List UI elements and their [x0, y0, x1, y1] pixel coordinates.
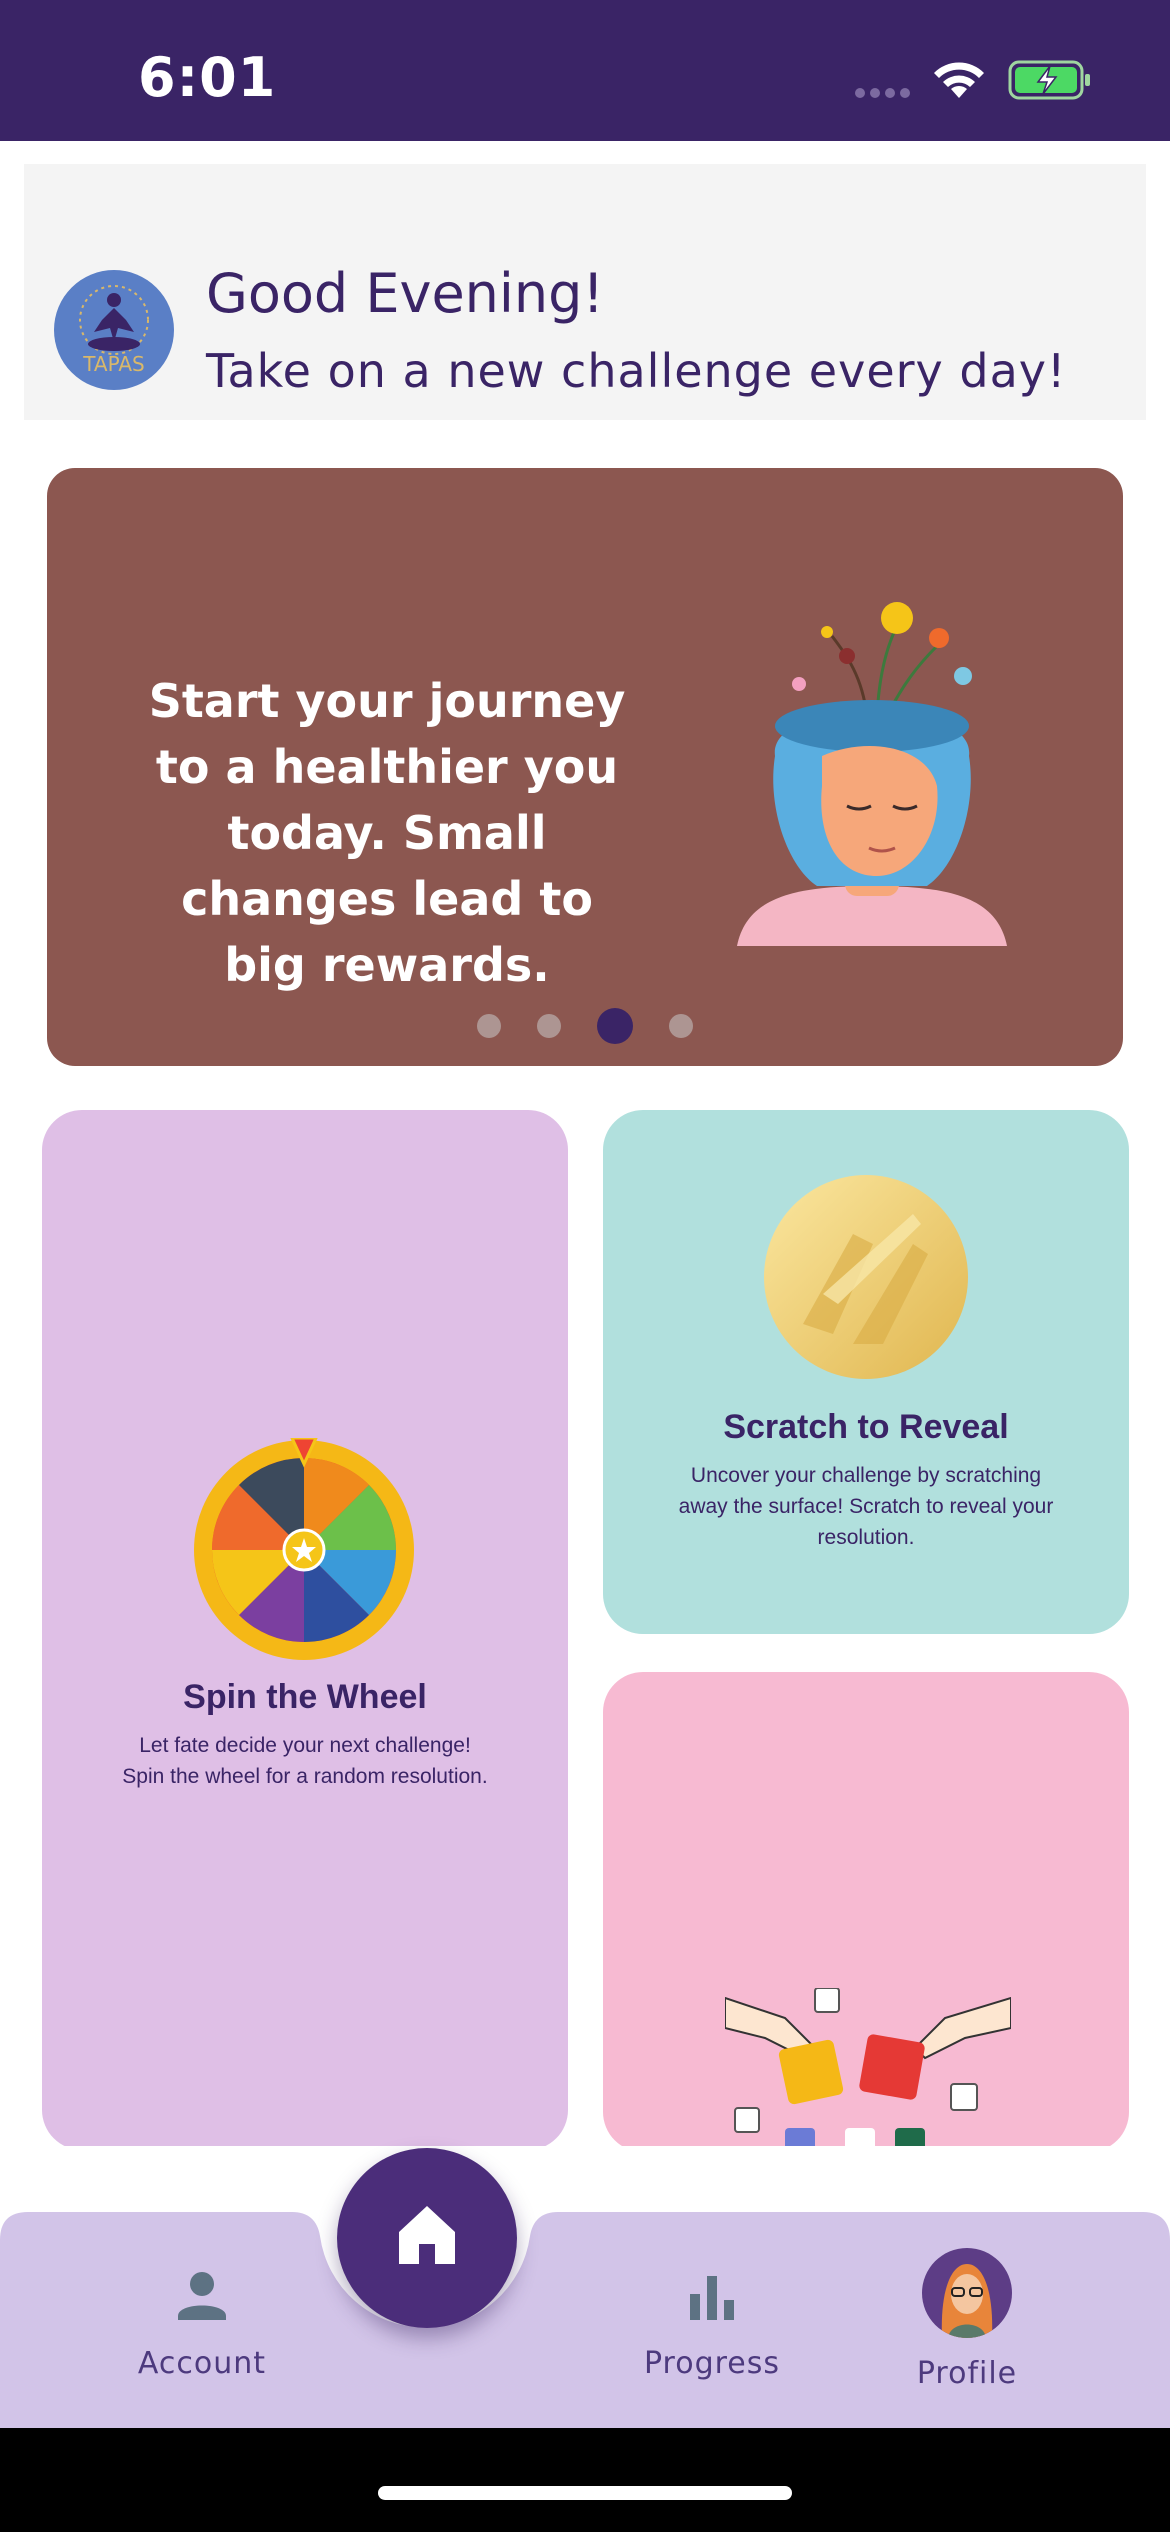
nav-profile[interactable]: Profile — [867, 2248, 1067, 2391]
status-time: 6:01 — [138, 46, 277, 109]
motivation-carousel[interactable]: Start your journey to a healthier you to… — [47, 468, 1123, 1066]
scratch-reveal-title: Scratch to Reveal — [723, 1408, 1009, 1446]
greeting-header: TAPAS Good Evening! Take on a new challe… — [24, 164, 1146, 420]
mindful-head-illustration — [737, 602, 1007, 946]
carousel-pagination[interactable] — [47, 1008, 1123, 1044]
nav-progress-label: Progress — [643, 2346, 781, 2381]
home-icon — [399, 2206, 455, 2264]
carousel-dot[interactable] — [477, 1014, 501, 1038]
greeting-title: Good Evening! — [206, 262, 605, 325]
greeting-subtitle: Take on a new challenge every day! — [206, 344, 1067, 398]
battery-charging-icon — [1008, 60, 1090, 100]
spin-wheel-card[interactable]: Spin the Wheel Let fate decide your next… — [42, 1110, 568, 2150]
system-bottom-bar — [0, 2428, 1170, 2532]
person-icon — [178, 2272, 226, 2320]
profile-avatar — [922, 2248, 1012, 2338]
cellular-signal-icon — [855, 85, 915, 103]
carousel-dot[interactable] — [537, 1014, 561, 1038]
wifi-icon — [934, 62, 984, 98]
spin-wheel-title: Spin the Wheel — [183, 1678, 427, 1716]
bottom-navigation: Account Progress Profile — [0, 2212, 1170, 2428]
gold-coin-icon — [764, 1175, 968, 1379]
avatar-image — [941, 2264, 993, 2338]
scratch-reveal-card[interactable]: Scratch to Reveal Uncover your challenge… — [603, 1110, 1129, 1634]
carousel-dot-active[interactable] — [597, 1008, 633, 1044]
home-indicator[interactable] — [378, 2486, 792, 2500]
nav-account-label: Account — [137, 2346, 267, 2381]
prize-wheel-icon — [194, 1438, 414, 1660]
spin-wheel-description: Let fate decide your next challenge! Spi… — [122, 1734, 488, 1788]
carousel-message: Start your journey to a healthier you to… — [148, 674, 626, 992]
nav-progress[interactable]: Progress — [612, 2264, 812, 2381]
logo-text: TAPAS — [83, 352, 145, 376]
bar-chart-icon — [690, 2276, 734, 2320]
content-divider — [0, 2146, 1170, 2166]
app-logo: TAPAS — [54, 270, 174, 390]
puzzle-card[interactable] — [603, 1672, 1129, 2152]
scratch-reveal-description: Uncover your challenge by scratching awa… — [678, 1464, 1054, 1549]
carousel-dot[interactable] — [669, 1014, 693, 1038]
puzzle-icon — [725, 1988, 1011, 2152]
status-bar: 6:01 — [0, 0, 1170, 141]
nav-profile-label: Profile — [916, 2356, 1018, 2391]
home-button[interactable] — [337, 2148, 517, 2328]
nav-account[interactable]: Account — [102, 2264, 302, 2381]
